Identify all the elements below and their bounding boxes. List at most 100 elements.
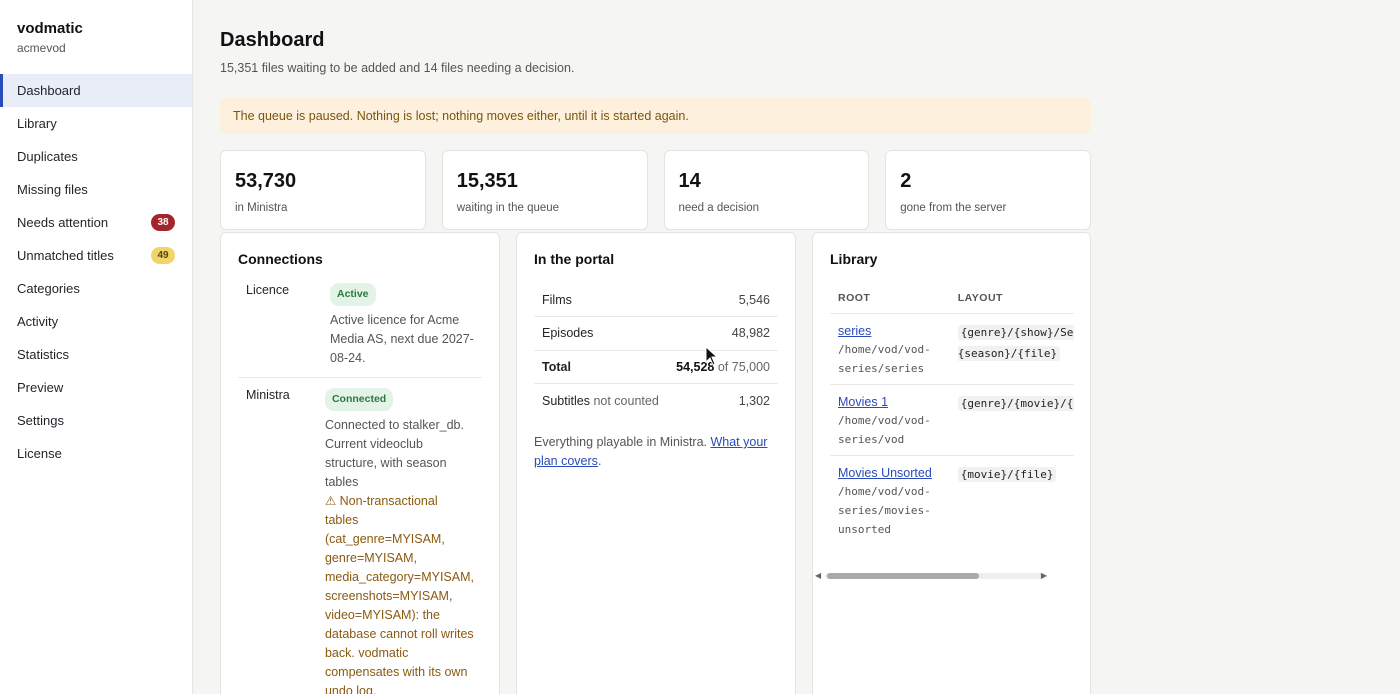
layout-pattern: {genre}/{show}/Season {season}/{file}	[957, 324, 1074, 361]
table-row: Total 54,528 of 75,000	[534, 350, 778, 384]
library-card: Library ROOT LAYOUT series /home/vod/vod…	[812, 232, 1091, 694]
queue-paused-notice: The queue is paused. Nothing is lost; no…	[220, 98, 1091, 134]
stat-card-decision: 14 need a decision	[663, 150, 870, 230]
stat-value: 15,351	[456, 170, 518, 192]
layout-pattern: {movie}/{file}	[957, 466, 1057, 482]
stat-value: 53,730	[235, 170, 297, 192]
table-row: Episodes 48,982	[534, 316, 778, 351]
sidebar-item-label: Duplicates	[17, 149, 78, 164]
portal-note: Everything playable in Ministra. What yo…	[534, 433, 778, 471]
stat-value: 14	[678, 170, 701, 192]
scroll-right-arrow-icon[interactable]: ▶	[1041, 571, 1047, 581]
card-title: Connections	[238, 251, 323, 267]
sidebar-item-missing-files[interactable]: Missing files	[0, 173, 192, 206]
cards-row: Connections Licence Active Active licenc…	[220, 232, 1091, 694]
table-row: Films 5,546	[534, 283, 778, 317]
scroll-left-arrow-icon[interactable]: ◀	[815, 571, 821, 581]
status-badge: Active	[330, 283, 376, 306]
connections-card: Connections Licence Active Active licenc…	[220, 232, 500, 694]
row-value: 5,546	[667, 283, 778, 317]
library-table: ROOT LAYOUT series /home/vod/vod-series/…	[830, 283, 1074, 545]
library-root-link[interactable]: Movies Unsorted	[838, 464, 942, 482]
root-cell: Movies Unsorted /home/vod/vod-series/mov…	[830, 455, 950, 545]
library-root-link[interactable]: series	[838, 322, 942, 340]
row-label: Films	[534, 283, 668, 317]
status-badge: Connected	[324, 388, 394, 411]
library-table-scroll[interactable]: ROOT LAYOUT series /home/vod/vod-series/…	[830, 283, 1074, 573]
sidebar-item-library[interactable]: Library	[0, 107, 192, 140]
sidebar-item-license[interactable]: License	[0, 437, 192, 470]
sidebar-item-statistics[interactable]: Statistics	[0, 338, 192, 371]
sidebar-item-label: Needs attention	[17, 215, 109, 230]
sidebar-item-label: Statistics	[17, 347, 70, 362]
portal-note-text: Everything playable in Ministra.	[534, 435, 707, 449]
sidebar: vodmatic acmevod Dashboard Library Dupli…	[0, 0, 193, 694]
stat-card-queue: 15,351 waiting in the queue	[441, 150, 648, 230]
sidebar-item-preview[interactable]: Preview	[0, 371, 192, 404]
sidebar-item-duplicates[interactable]: Duplicates	[0, 140, 192, 173]
stat-value: 2	[900, 170, 912, 192]
connection-name: Licence	[246, 283, 290, 297]
layout-cell: {genre}/{show}/Season {season}/{file}	[949, 313, 1074, 385]
sidebar-item-label: License	[17, 446, 62, 461]
portal-table: Films 5,546 Episodes 48,982 Total 54,528…	[534, 283, 778, 417]
layout-cell: {genre}/{movie}/{file}	[949, 384, 1074, 456]
subtitles-label: Subtitles	[542, 393, 590, 408]
library-root-link[interactable]: Movies 1	[838, 393, 942, 411]
horizontal-scrollbar[interactable]: ◀ ▶	[813, 571, 1057, 581]
row-label: Subtitles not counted	[534, 384, 668, 418]
sidebar-item-categories[interactable]: Categories	[0, 272, 192, 305]
table-row: Movies 1 /home/vod/vod-series/vod {genre…	[830, 384, 1074, 456]
layout-pattern: {genre}/{movie}/{file}	[957, 395, 1074, 411]
connection-licence: Licence Active Active licence for Acme M…	[238, 283, 482, 378]
brand-name: vodmatic	[17, 20, 83, 37]
count-badge: 49	[151, 247, 175, 264]
sidebar-item-activity[interactable]: Activity	[0, 305, 192, 338]
count-badge: 38	[151, 214, 175, 231]
row-value: 1,302	[738, 393, 770, 408]
root-cell: series /home/vod/vod-series/series	[830, 313, 950, 385]
sidebar-item-settings[interactable]: Settings	[0, 404, 192, 437]
mouse-cursor-icon	[705, 346, 719, 366]
connection-text: Active licence for Acme Media AS, next d…	[330, 313, 474, 365]
sidebar-item-label: Preview	[17, 380, 64, 395]
total-limit: of 75,000	[717, 359, 770, 374]
page-title: Dashboard	[220, 29, 325, 51]
scrollbar-thumb[interactable]	[827, 573, 979, 579]
sidebar-item-needs-attention[interactable]: Needs attention 38	[0, 206, 192, 239]
stat-card-in-ministra: 53,730 in Ministra	[220, 150, 426, 230]
sidebar-item-dashboard[interactable]: Dashboard	[0, 74, 192, 107]
table-row: series /home/vod/vod-series/series {genr…	[830, 313, 1074, 385]
table-row: Movies Unsorted /home/vod/vod-series/mov…	[830, 455, 1074, 545]
sidebar-item-label: Missing files	[17, 182, 88, 197]
sidebar-item-label: Unmatched titles	[17, 248, 114, 263]
sidebar-item-label: Activity	[17, 314, 59, 329]
column-header-layout: LAYOUT	[949, 283, 1074, 314]
row-value: 48,982	[667, 316, 778, 351]
card-title: Library	[830, 251, 878, 267]
row-label: Total	[534, 350, 668, 384]
card-title: In the portal	[534, 251, 615, 267]
sidebar-item-unmatched-titles[interactable]: Unmatched titles 49	[0, 239, 192, 272]
brand: vodmatic acmevod	[0, 0, 192, 74]
row-label: Episodes	[534, 316, 668, 351]
connection-name: Ministra	[246, 388, 290, 402]
row-value: 54,528 of 75,000	[667, 350, 778, 384]
stat-label: in Ministra	[235, 202, 288, 214]
stat-card-gone: 2 gone from the server	[885, 150, 1091, 230]
subtitles-note: not counted	[593, 393, 659, 408]
table-row: Subtitles not counted 1,302	[534, 384, 778, 418]
connection-text: Connected to stalker_db. Current videocl…	[324, 418, 464, 489]
page-subtitle: 15,351 files waiting to be added and 14 …	[220, 61, 575, 75]
stat-label: need a decision	[678, 202, 760, 214]
root-cell: Movies 1 /home/vod/vod-series/vod	[830, 384, 950, 456]
stat-label: gone from the server	[900, 202, 1007, 214]
stats-row: 53,730 in Ministra 15,351 waiting in the…	[220, 150, 1091, 230]
connection-ministra: Ministra Connected Connected to stalker_…	[238, 378, 482, 694]
sidebar-item-label: Settings	[17, 413, 64, 428]
sidebar-item-label: Categories	[17, 281, 80, 296]
library-path: /home/vod/vod-series/series	[838, 342, 931, 375]
column-header-root: ROOT	[830, 283, 950, 314]
layout-cell: {movie}/{file}	[950, 455, 1074, 545]
library-path: /home/vod/vod-series/vod	[838, 413, 931, 446]
